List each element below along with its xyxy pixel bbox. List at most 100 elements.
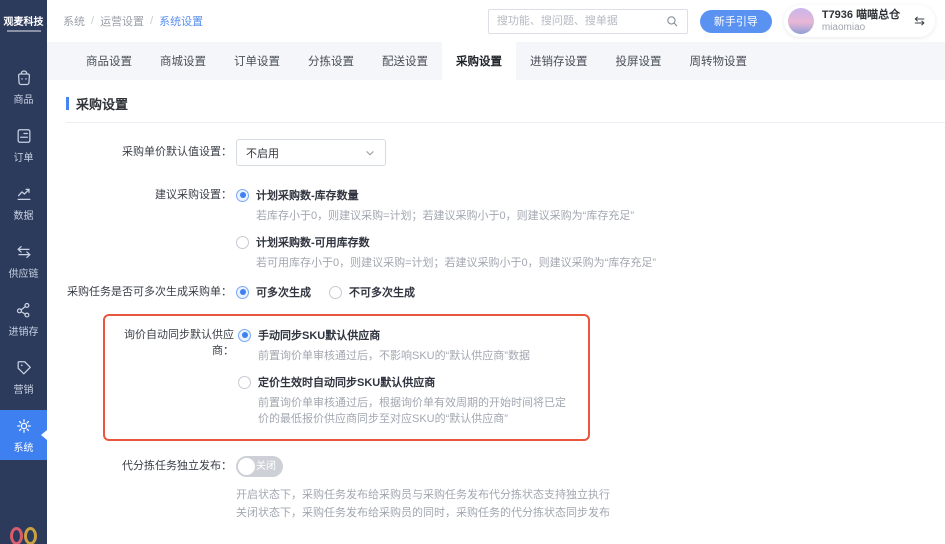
- sidebar-item-inventory[interactable]: 进销存: [0, 290, 47, 348]
- sidebar-item-supply-chain[interactable]: 供应链: [0, 232, 47, 290]
- field-label-pre-sort-publish: 代分拣任务独立发布：: [122, 460, 232, 472]
- tag-icon: [14, 358, 34, 378]
- form-row-pre-sort-publish: 代分拣任务独立发布： 关闭 开启状态下，采购任务发布给采购员与采购任务发布代分拣…: [66, 456, 945, 522]
- option-auto-sync-on-pricing: 定价生效时自动同步SKU默认供应商 前置询价单审核通过后，根据询价单有效周期的开…: [238, 374, 576, 427]
- user-account: miaomiao: [821, 21, 866, 33]
- tab-delivery-settings[interactable]: 配送设置: [368, 42, 442, 80]
- radio-label: 计划采购数-可用库存数: [256, 237, 370, 249]
- tab-turnover-settings[interactable]: 周转物设置: [676, 42, 762, 80]
- radio-plan-minus-stock[interactable]: [236, 188, 249, 202]
- sidebar-item-marketing[interactable]: 营销: [0, 348, 47, 406]
- sidebar-item-data[interactable]: 数据: [0, 174, 47, 232]
- breadcrumb-separator: /: [91, 15, 95, 27]
- breadcrumb-item-operation-settings[interactable]: 运营设置: [100, 13, 144, 29]
- option-description: 前置询价单审核通过后，不影响SKU的“默认供应商”数据: [258, 350, 530, 362]
- guanmai-mark-logo: [10, 527, 37, 544]
- field-label-suggest-purchase: 建议采购设置：: [155, 189, 232, 201]
- form-row-multi-generate: 采购任务是否可多次生成采购单： 可多次生成 不可多次生成: [66, 284, 945, 300]
- search-icon[interactable]: [665, 14, 679, 28]
- radio-label: 定价生效时自动同步SKU默认供应商: [258, 377, 436, 389]
- user-name: T7936 喵喵总仓: [821, 8, 901, 21]
- chevron-down-icon: [364, 147, 376, 159]
- tab-goods-settings[interactable]: 商品设置: [72, 42, 146, 80]
- tab-screen-cast-settings[interactable]: 投屏设置: [602, 42, 676, 80]
- radio-label: 手动同步SKU默认供应商: [258, 330, 381, 342]
- toggle-description-line: 开启状态下，采购任务发布给采购员与采购任务发布代分拣状态支持独立执行: [236, 489, 610, 501]
- select-value: 不启用: [246, 147, 279, 160]
- order-icon: [14, 126, 34, 146]
- radio-multi-allowed[interactable]: [236, 285, 249, 299]
- logo-ring-red: [10, 527, 23, 544]
- tab-order-settings[interactable]: 订单设置: [220, 42, 294, 80]
- topbar-right: 新手引导 T7936 喵喵总仓 miaomiao ⇆: [487, 5, 935, 37]
- radio-label: 可多次生成: [256, 287, 311, 299]
- switch-account-icon[interactable]: ⇆: [914, 13, 925, 29]
- option-plan-minus-available-stock: 计划采购数-可用库存数 若可用库存小于0，则建议采购=计划；若建议采购小于0，则…: [236, 234, 656, 271]
- form-row-suggest-purchase: 建议采购设置： 计划采购数-库存数量 若库存小于0，则建议采购=计划；若建议采购…: [66, 187, 945, 271]
- user-meta: T7936 喵喵总仓 miaomiao: [822, 9, 900, 33]
- pre-sort-toggle[interactable]: 关闭: [236, 456, 283, 477]
- option-multi-allowed: 可多次生成: [236, 284, 311, 300]
- form-row-price-default: 采购单价默认值设置： 不启用: [66, 139, 945, 166]
- option-description: 若可用库存小于0，则建议采购=计划；若建议采购小于0，则建议采购为“库存充足”: [256, 257, 656, 269]
- radio-label: 计划采购数-库存数量: [256, 190, 359, 202]
- topbar: 系统 / 运营设置 / 系统设置 新手引导 T7936 喵喵总仓: [47, 0, 945, 42]
- sidebar-item-goods[interactable]: 商品: [0, 58, 47, 116]
- sidebar-item-system[interactable]: 系统: [0, 410, 47, 460]
- toggle-knob: [238, 458, 255, 475]
- logo-ring-yellow: [24, 527, 37, 544]
- tab-mall-settings[interactable]: 商城设置: [146, 42, 220, 80]
- page-title: 采购设置: [76, 97, 129, 112]
- sidebar-item-label: 商品: [13, 95, 34, 106]
- field-label-inquiry-sync: 询价自动同步默认供应商：: [124, 329, 234, 357]
- brand-subline: [6, 29, 41, 32]
- sidebar-item-label: 营销: [13, 385, 34, 396]
- radio-label: 不可多次生成: [349, 287, 415, 299]
- global-search: [487, 8, 688, 34]
- brand-logo: 观麦科技: [0, 0, 47, 44]
- sidebar: 观麦科技 商品 订单 数据 供应链 进销存 营销 系统: [0, 0, 47, 544]
- search-input[interactable]: [496, 15, 665, 27]
- chart-icon: [14, 184, 34, 204]
- highlight-box-inquiry-sync: 询价自动同步默认供应商： 手动同步SKU默认供应商 前置询价单审核通过后，不影响…: [103, 314, 590, 441]
- option-description: 前置询价单审核通过后，根据询价单有效周期的开始时间将已定价的最低报价供应商同步至…: [258, 397, 566, 425]
- field-label-price-default: 采购单价默认值设置：: [122, 146, 232, 158]
- section-header: 采购设置: [66, 94, 945, 123]
- main-area: 系统 / 运营设置 / 系统设置 新手引导 T7936 喵喵总仓: [47, 0, 945, 544]
- sidebar-nav: 商品 订单 数据 供应链 进销存 营销 系统: [0, 58, 47, 464]
- app-window: 观麦科技 商品 订单 数据 供应链 进销存 营销 系统 系统 / 运营设置 / …: [0, 0, 945, 544]
- breadcrumb-item-system-settings[interactable]: 系统设置: [159, 13, 203, 29]
- price-default-select[interactable]: 不启用: [236, 139, 386, 166]
- sidebar-item-orders[interactable]: 订单: [0, 116, 47, 174]
- tab-inventory-settings[interactable]: 进销存设置: [516, 42, 602, 80]
- sidebar-item-label: 进销存: [8, 327, 39, 338]
- radio-manual-sync[interactable]: [238, 328, 251, 342]
- supply-chain-icon: [14, 242, 34, 262]
- radio-auto-sync-on-pricing[interactable]: [238, 375, 251, 389]
- beginner-guide-button[interactable]: 新手引导: [699, 9, 772, 33]
- option-plan-minus-stock: 计划采购数-库存数量 若库存小于0，则建议采购=计划；若建议采购小于0，则建议采…: [236, 187, 656, 224]
- toggle-description-line: 关闭状态下，采购任务发布给采购员的同时，采购任务的代分拣状态同步发布: [236, 507, 610, 519]
- bag-icon: [14, 68, 34, 88]
- brand-name: 观麦科技: [3, 16, 44, 28]
- radio-plan-minus-available-stock[interactable]: [236, 235, 249, 249]
- tab-purchase-settings[interactable]: 采购设置: [442, 42, 516, 80]
- avatar[interactable]: [787, 8, 814, 34]
- breadcrumb: 系统 / 运营设置 / 系统设置: [63, 13, 203, 29]
- gear-icon: [14, 416, 34, 436]
- breadcrumb-separator: /: [150, 15, 154, 27]
- purchase-settings-panel: 采购设置 采购单价默认值设置： 不启用 建议采购设置： 计划采购数-库存数量 若…: [47, 80, 945, 544]
- field-label-multi-generate: 采购任务是否可多次生成采购单：: [67, 286, 232, 298]
- settings-tabbar: 商品设置 商城设置 订单设置 分拣设置 配送设置 采购设置 进销存设置 投屏设置…: [47, 42, 945, 80]
- section-accent-bar: [66, 97, 69, 110]
- sidebar-item-label: 供应链: [8, 269, 39, 280]
- tab-sorting-settings[interactable]: 分拣设置: [294, 42, 368, 80]
- option-description: 若库存小于0，则建议采购=计划；若建议采购小于0，则建议采购为“库存充足”: [256, 210, 634, 222]
- breadcrumb-item-system[interactable]: 系统: [63, 13, 85, 29]
- sidebar-item-label: 系统: [13, 443, 34, 454]
- sidebar-item-label: 数据: [13, 211, 34, 222]
- radio-multi-not-allowed[interactable]: [329, 285, 342, 299]
- option-manual-sync: 手动同步SKU默认供应商 前置询价单审核通过后，不影响SKU的“默认供应商”数据: [238, 327, 576, 364]
- option-multi-not-allowed: 不可多次生成: [329, 284, 415, 300]
- sidebar-item-label: 订单: [13, 153, 34, 164]
